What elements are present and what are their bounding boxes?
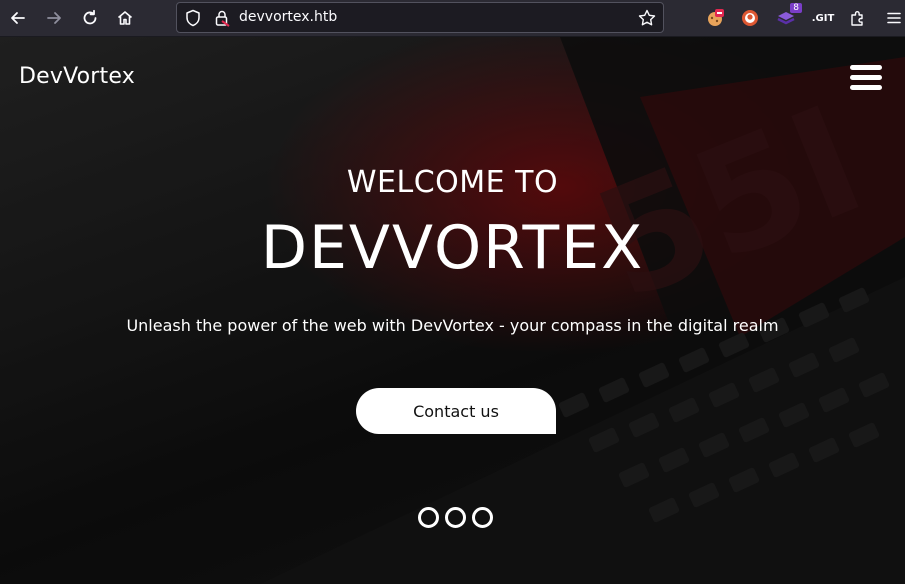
forward-button[interactable] [42,6,66,30]
extension-icon-2[interactable] [738,6,762,30]
reload-icon [83,9,97,25]
site-logo[interactable]: DevVortex [19,64,135,89]
arrow-right-icon [47,12,61,24]
home-button[interactable] [113,6,137,30]
duckduckgo-icon [742,10,758,26]
hero-tagline: Unleash the power of the web with DevVor… [126,316,779,335]
extension-icon-4[interactable]: .GIT [810,6,836,30]
carousel-indicators [418,507,493,528]
carousel-dot[interactable] [445,507,466,528]
laptop-background-image: 55I [0,37,905,584]
hero-welcome: WELCOME TO [346,165,559,200]
extensions-button[interactable] [846,6,870,30]
bookmark-star-icon[interactable] [637,8,657,28]
shield-icon[interactable] [183,8,203,28]
hero-section: 55I DevVortex WELCOME TO DEVVORTEX Unlea… [0,37,905,584]
hero-title: DEVVORTEX [260,213,645,283]
puzzle-icon [851,11,863,26]
menu-bar [850,85,882,90]
menu-bar [850,75,882,80]
arrow-left-icon [11,12,25,24]
extension-icon-3[interactable]: 8 [774,3,802,30]
contact-us-button[interactable]: Contact us [356,388,556,434]
reload-button[interactable] [78,6,102,30]
cookie-extension-icon [708,9,724,26]
url-text: devvortex.htb [239,9,338,25]
hamburger-icon [887,12,901,24]
browser-toolbar: devvortex.htb 8 .GIT [0,0,905,37]
carousel-dot[interactable] [418,507,439,528]
nav-menu-button[interactable] [850,65,882,93]
back-button[interactable] [6,6,30,30]
extension-icon-1[interactable] [703,6,727,30]
carousel-dot[interactable] [472,507,493,528]
menu-bar [850,65,882,70]
extension-badge: 8 [790,3,802,13]
app-menu-button[interactable] [882,6,905,30]
git-extension-label: .GIT [811,12,835,24]
address-bar[interactable]: devvortex.htb [176,2,664,33]
home-icon [117,11,133,25]
lock-warning-icon[interactable] [213,9,231,27]
